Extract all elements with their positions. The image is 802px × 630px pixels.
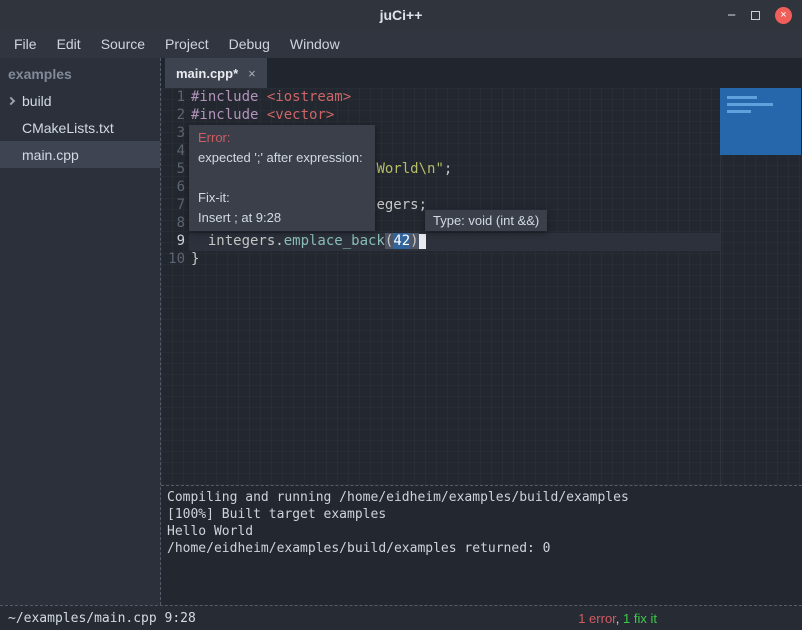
sidebar-item-build[interactable]: build	[0, 87, 160, 114]
menu-item-window[interactable]: Window	[280, 33, 350, 55]
window-controls: − ×	[727, 0, 792, 30]
sidebar-item-cmakelists-txt[interactable]: CMakeLists.txt	[0, 114, 160, 141]
code-token: tegers;	[368, 197, 427, 213]
tab-label: main.cpp*	[176, 66, 238, 81]
error-tooltip-gap	[198, 168, 366, 188]
code-text: }	[191, 251, 199, 269]
code-token: #include	[191, 107, 267, 123]
type-tooltip: Type: void (int &&)	[425, 210, 547, 231]
file-tree-panel: examples build CMakeLists.txt main.cpp	[0, 58, 161, 605]
cursor-location: ~/examples/main.cpp 9:28	[8, 611, 196, 626]
minimize-icon[interactable]: −	[727, 8, 736, 23]
fixit-label: Fix-it:	[198, 188, 366, 208]
menu-item-debug[interactable]: Debug	[219, 33, 280, 55]
main-area: examples build CMakeLists.txt main.cpp mai…	[0, 58, 802, 605]
line-number: 3	[161, 125, 191, 143]
file-tree: build CMakeLists.txt main.cpp	[0, 87, 160, 168]
tab-close-icon[interactable]: ×	[248, 66, 256, 81]
terminal-line: /home/eidheim/examples/build/examples re…	[167, 540, 796, 557]
tab-bar: main.cpp* ×	[161, 58, 802, 88]
code-token: 42	[393, 233, 410, 249]
status-bar: ~/examples/main.cpp 9:28 1 error, 1 fix …	[0, 605, 802, 630]
editor-column: main.cpp*× 1#include <iostream>2#include…	[161, 58, 802, 605]
text-cursor	[419, 234, 426, 249]
sidebar-item-main-cpp[interactable]: main.cpp	[0, 141, 160, 168]
sidebar-item-label: build	[22, 93, 52, 109]
terminal-line: [100%] Built target examples	[167, 506, 796, 523]
line-number: 1	[161, 89, 191, 107]
code-token: ;	[444, 161, 452, 177]
terminal-line: Compiling and running /home/eidheim/exam…	[167, 489, 796, 506]
code-token: <vector>	[267, 107, 334, 123]
code-token: }	[191, 251, 199, 267]
menu-item-project[interactable]: Project	[155, 33, 219, 55]
chevron-right-icon	[7, 96, 15, 104]
error-tooltip-title: Error:	[198, 128, 366, 148]
diagnostic-ok: 1 fix it	[623, 611, 657, 626]
menu-item-file[interactable]: File	[4, 33, 47, 55]
diagnostic-err: 1 error	[578, 611, 616, 626]
thumbnail-line	[727, 103, 773, 106]
diagnostic-fg: ,	[616, 611, 623, 626]
editor[interactable]: 1#include <iostream>2#include <vector>34…	[161, 88, 802, 485]
project-name: examples	[0, 61, 160, 87]
menu-item-source[interactable]: Source	[91, 33, 155, 55]
code-token: emplace_back	[284, 233, 385, 249]
code-text: #include <vector>	[191, 107, 334, 125]
line-number: 9	[161, 233, 191, 251]
tab-main-cpp[interactable]: main.cpp* ×	[165, 58, 267, 88]
error-tooltip: Error: expected ';' after expression: Fi…	[189, 125, 375, 231]
diagnostics-summary: 1 error, 1 fix it	[578, 611, 657, 626]
code-line-2[interactable]: 2#include <vector>	[161, 107, 802, 125]
code-token: integers.	[191, 233, 284, 249]
line-number: 8	[161, 215, 191, 233]
code-token: World\n"	[376, 161, 443, 177]
line-number: 2	[161, 107, 191, 125]
code-token: #include	[191, 89, 267, 105]
line-number: 4	[161, 143, 191, 161]
code-line-9[interactable]: 9 integers.emplace_back(42)	[161, 233, 802, 251]
code-text: integers.emplace_back(42)	[191, 233, 426, 251]
thumbnail-line	[727, 110, 751, 113]
line-number: 10	[161, 251, 191, 269]
editor-overview-thumbnail	[720, 88, 801, 155]
thumbnail-line	[727, 96, 757, 99]
line-number: 5	[161, 161, 191, 179]
code-token: )	[410, 233, 418, 249]
code-text: #include <iostream>	[191, 89, 351, 107]
terminal-line: Hello World	[167, 523, 796, 540]
line-number: 7	[161, 197, 191, 215]
sidebar-item-label: main.cpp	[22, 147, 79, 163]
app-window: juCi++ − × FileEditSourceProjectDebugWin…	[0, 0, 802, 630]
menu-item-edit[interactable]: Edit	[47, 33, 91, 55]
code-token: <iostream>	[267, 89, 351, 105]
window-title: juCi++	[380, 7, 423, 23]
code-line-10[interactable]: 10}	[161, 251, 802, 269]
menu-bar: FileEditSourceProjectDebugWindow	[0, 30, 802, 58]
terminal-panel[interactable]: Compiling and running /home/eidheim/exam…	[161, 485, 802, 605]
error-tooltip-message: expected ';' after expression:	[198, 148, 366, 168]
sidebar-item-label: CMakeLists.txt	[22, 120, 114, 136]
restore-icon[interactable]	[751, 11, 760, 20]
code-line-1[interactable]: 1#include <iostream>	[161, 89, 802, 107]
close-icon[interactable]: ×	[775, 7, 792, 24]
line-number: 6	[161, 179, 191, 197]
fixit-action: Insert ; at 9:28	[198, 208, 366, 228]
title-bar: juCi++ − ×	[0, 0, 802, 30]
